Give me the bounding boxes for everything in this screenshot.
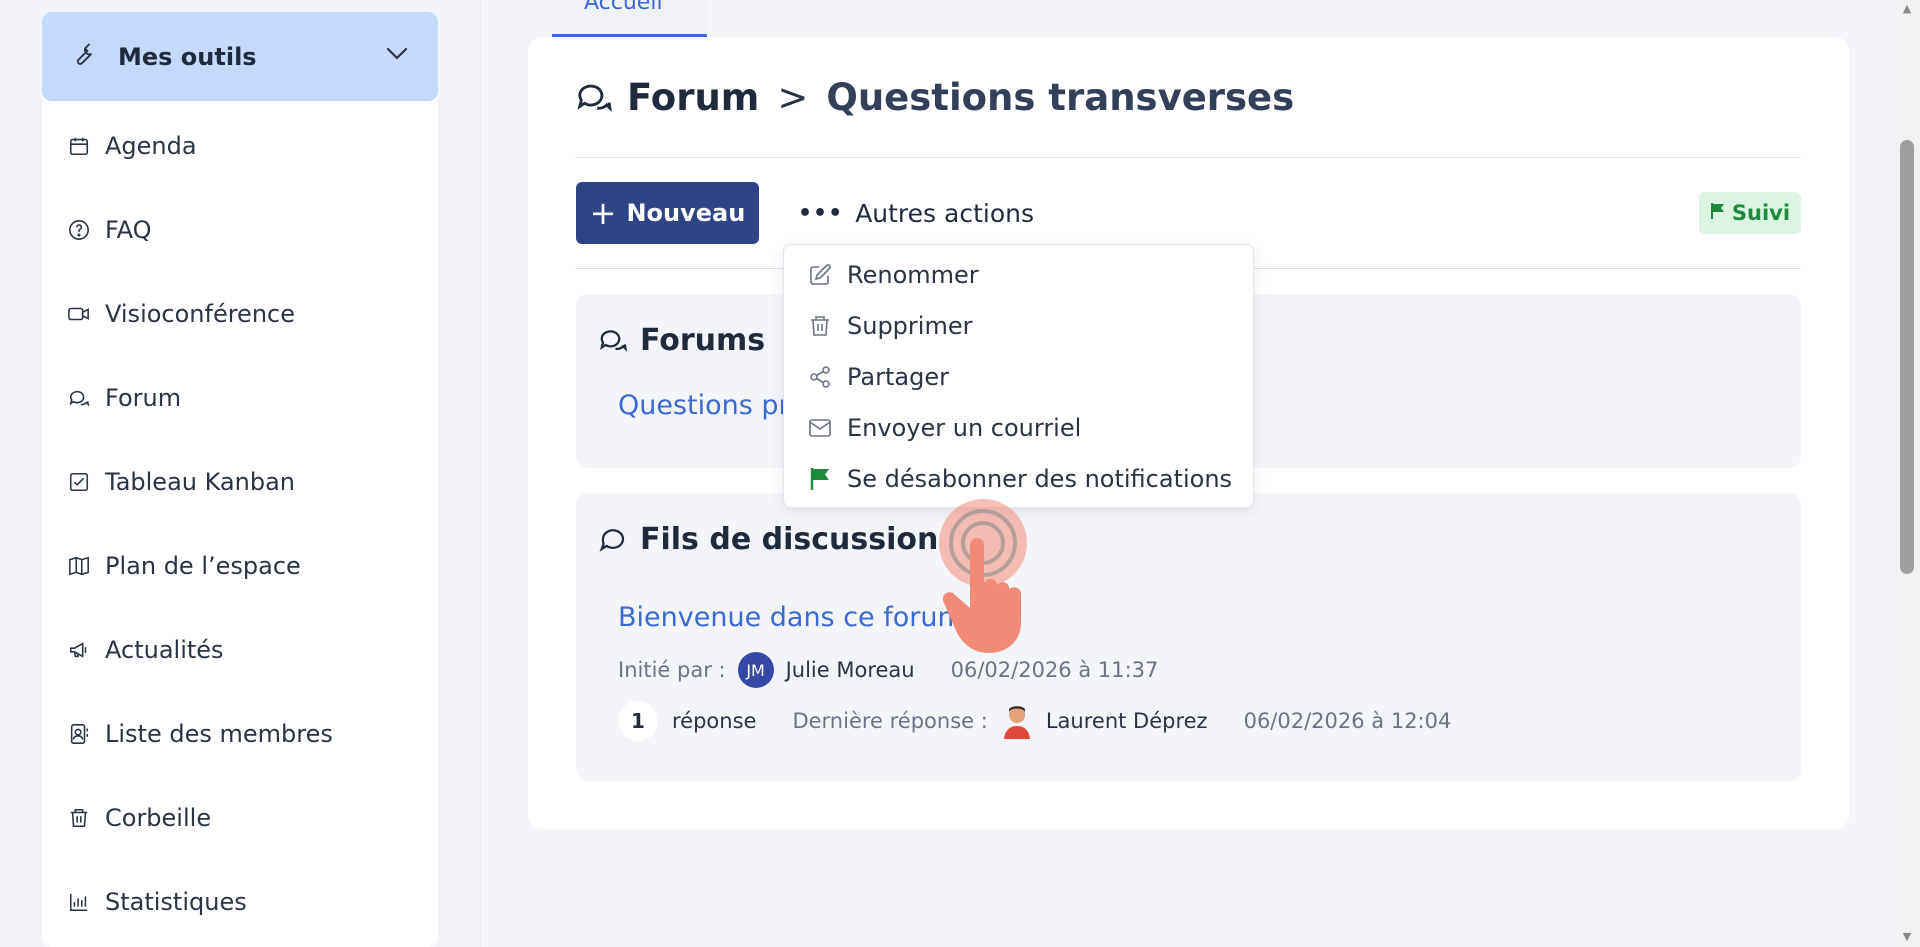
share-icon (807, 364, 833, 390)
speech-bubble-icon (598, 524, 628, 554)
menu-item-label: Renommer (847, 261, 979, 289)
menu-item-label: Supprimer (847, 312, 973, 340)
more-actions-dropdown: Renommer Supprimer Partager Envoyer un c… (783, 244, 1254, 508)
sidebar-item-label: Forum (105, 384, 182, 412)
edit-icon (807, 262, 833, 288)
video-icon (67, 302, 91, 326)
divider (575, 157, 1801, 158)
page-title: Questions transverses (826, 75, 1295, 119)
more-actions-button[interactable]: ••• Autres actions (798, 190, 1034, 236)
sidebar-item-forum[interactable]: Forum (42, 368, 438, 428)
check-square-icon (67, 470, 91, 494)
tools-menu-label: Mes outils (118, 42, 257, 71)
trash-icon (67, 806, 91, 830)
wrench-icon (68, 41, 96, 73)
sidebar-item-label: Visioconférence (105, 300, 295, 328)
menu-item-share[interactable]: Partager (807, 357, 949, 397)
suivi-badge[interactable]: Suivi (1699, 192, 1801, 234)
sidebar-item-faq[interactable]: FAQ (42, 200, 438, 260)
sidebar-item-label: Actualités (105, 636, 224, 664)
chat-bubbles-icon (598, 325, 628, 355)
new-button[interactable]: + Nouveau (576, 182, 759, 244)
tab-accueil-label: Accueil (584, 0, 663, 15)
map-icon (67, 554, 91, 578)
sidebar-item-label: Plan de l’espace (105, 552, 301, 580)
last-reply-author: Laurent Déprez (1045, 709, 1208, 733)
new-button-label: Nouveau (626, 199, 746, 227)
plus-icon: + (589, 194, 617, 232)
thread-title-link[interactable]: Bienvenue dans ce forum (618, 602, 964, 633)
chat-bubbles-icon (575, 78, 613, 116)
threads-section-title: Fils de discussion (598, 517, 938, 561)
forums-section-title: Forums (598, 318, 765, 362)
avatar: JM (737, 652, 774, 688)
breadcrumb: Forum > Questions transverses (575, 72, 1294, 122)
megaphone-icon (67, 638, 91, 662)
scroll-down-icon[interactable]: ▼ (1900, 930, 1914, 944)
sidebar: Mes outils Agenda FAQ Visioconférence Fo… (42, 12, 438, 947)
sidebar-item-label: Liste des membres (105, 720, 333, 748)
reply-count: 1 (618, 701, 658, 741)
started-by-label: Initié par : (618, 658, 726, 682)
sidebar-item-actualites[interactable]: Actualités (42, 620, 438, 680)
sidebar-item-statistiques[interactable]: Statistiques (42, 872, 438, 932)
sidebar-item-agenda[interactable]: Agenda (42, 116, 438, 176)
calendar-icon (67, 134, 91, 158)
menu-item-label: Envoyer un courriel (847, 414, 1082, 442)
sidebar-item-plan[interactable]: Plan de l’espace (42, 536, 438, 596)
sidebar-item-corbeille[interactable]: Corbeille (42, 788, 438, 848)
last-reply-at: 06/02/2026 à 12:04 (1243, 709, 1452, 733)
menu-item-email[interactable]: Envoyer un courriel (807, 408, 1081, 448)
menu-item-label: Partager (847, 363, 949, 391)
menu-item-label: Se désabonner des notifications (847, 465, 1233, 493)
mail-icon (807, 415, 833, 441)
scrollbar-thumb[interactable] (1900, 140, 1914, 574)
forums-title-text: Forums (640, 322, 766, 358)
sidebar-item-visioconference[interactable]: Visioconférence (42, 284, 438, 344)
menu-item-delete[interactable]: Supprimer (807, 306, 972, 346)
sidebar-item-label: Agenda (105, 132, 197, 160)
bar-chart-icon (67, 890, 91, 914)
chevron-down-icon[interactable] (386, 46, 408, 65)
threads-title-text: Fils de discussion (640, 521, 939, 557)
suivi-label: Suivi (1731, 201, 1791, 225)
scroll-up-icon[interactable]: ▲ (1900, 2, 1914, 16)
flag-icon (1710, 201, 1726, 225)
help-circle-icon (67, 218, 91, 242)
chat-bubbles-icon (67, 386, 91, 410)
sidebar-item-label: Statistiques (105, 888, 247, 916)
thread-reply-info: 1 réponse Dernière réponse : Laurent Dép… (618, 700, 1451, 742)
avatar (1000, 703, 1034, 739)
thread-started-by: Initié par : JM Julie Moreau 06/02/2026 … (618, 651, 1158, 689)
reply-label: réponse (672, 709, 757, 733)
tools-menu-header[interactable]: Mes outils (42, 12, 438, 101)
sidebar-item-label: Tableau Kanban (105, 468, 295, 496)
flag-icon (807, 466, 833, 492)
breadcrumb-root[interactable]: Forum (627, 76, 759, 119)
author-name: Julie Moreau (785, 658, 915, 682)
forum-link[interactable]: Questions pr (618, 390, 790, 421)
sidebar-item-label: FAQ (105, 216, 152, 244)
more-dots-icon: ••• (798, 200, 844, 226)
contacts-icon (67, 722, 91, 746)
trash-icon (807, 313, 833, 339)
sidebar-item-kanban[interactable]: Tableau Kanban (42, 452, 438, 512)
last-reply-label: Dernière réponse : (792, 709, 988, 733)
click-indicator-hand-icon (930, 493, 1060, 663)
sidebar-item-membres[interactable]: Liste des membres (42, 704, 438, 764)
more-actions-label: Autres actions (855, 198, 1034, 228)
menu-item-rename[interactable]: Renommer (807, 255, 979, 295)
breadcrumb-separator: > (777, 75, 809, 119)
sidebar-item-label: Corbeille (105, 804, 212, 832)
